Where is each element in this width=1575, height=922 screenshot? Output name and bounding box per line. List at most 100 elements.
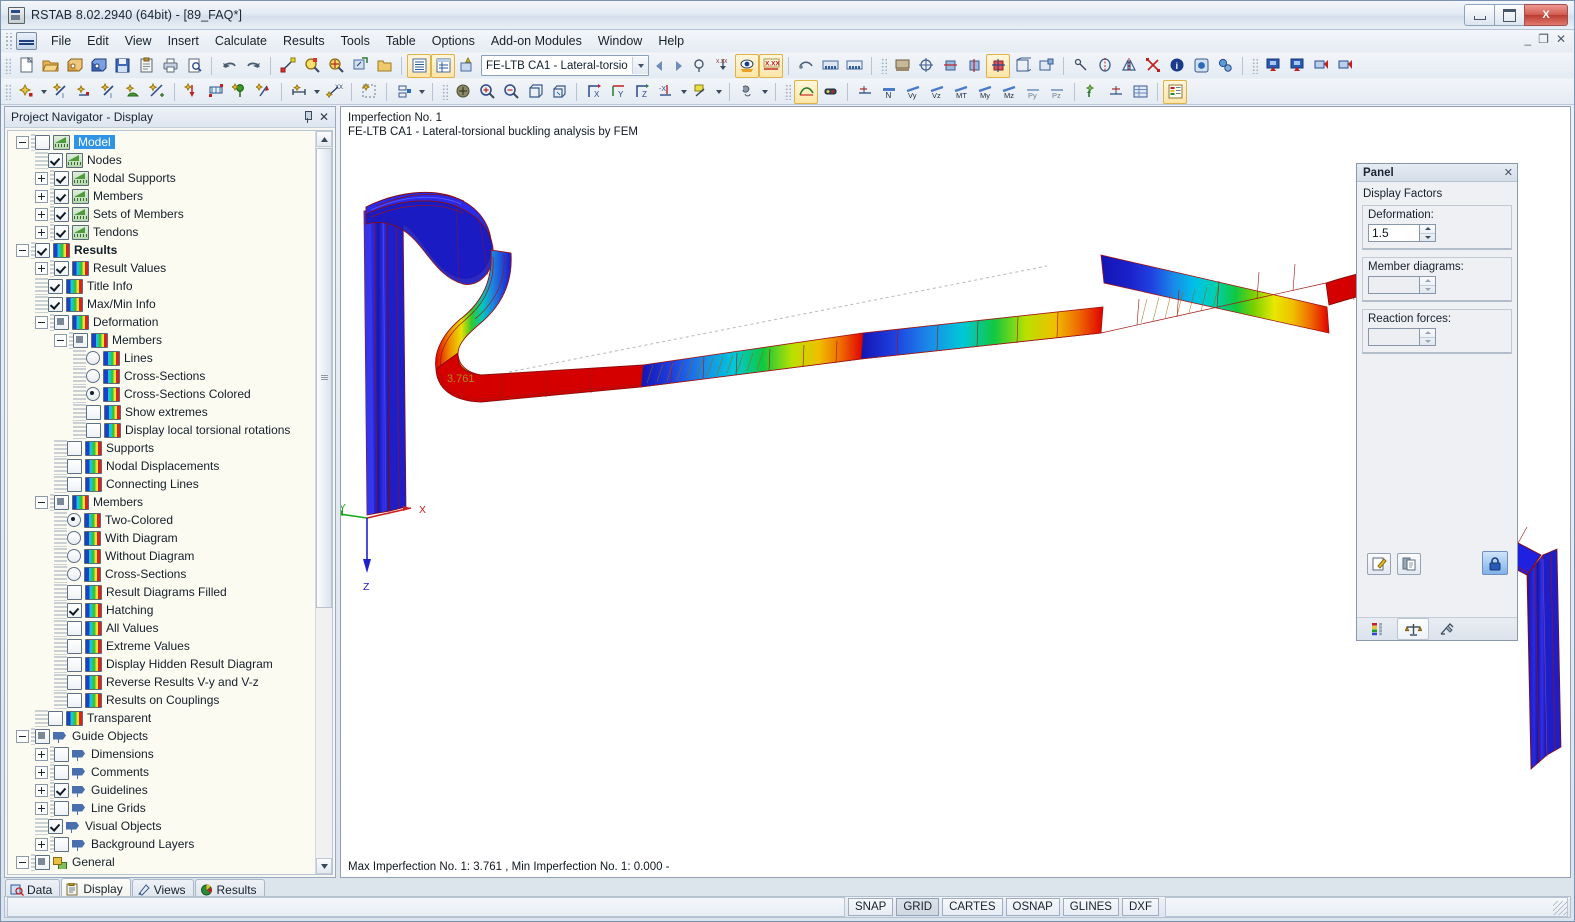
tree-item-background-layers[interactable]: Background Layers: [8, 835, 316, 853]
radio-button[interactable]: [67, 567, 81, 581]
status-snap-toggle[interactable]: SNAP: [848, 898, 894, 916]
tree-item-visual-objects[interactable]: Visual Objects: [8, 817, 316, 835]
deformation-decrement-icon[interactable]: [1420, 234, 1435, 242]
undo-icon[interactable]: [217, 54, 241, 78]
render-model-icon[interactable]: [890, 54, 914, 78]
status-osnap-toggle[interactable]: OSNAP: [1005, 898, 1060, 916]
print-graphic-icon[interactable]: [735, 80, 759, 104]
collapse-icon[interactable]: [16, 243, 29, 257]
collapse-icon[interactable]: [35, 495, 48, 509]
load-case-combo[interactable]: FE-LTB CA1 - Lateral-torsio: [481, 55, 649, 76]
radio-button[interactable]: [67, 549, 81, 563]
mirror-icon[interactable]: [1117, 54, 1141, 78]
mdi-close-button[interactable]: ✕: [1556, 32, 1566, 46]
tree-item-extreme-values[interactable]: Extreme Values: [8, 637, 316, 655]
result-values-icon[interactable]: X.XX: [759, 53, 783, 78]
checkbox[interactable]: [67, 638, 82, 654]
new-load-case-icon[interactable]: [455, 54, 479, 78]
checkbox[interactable]: [67, 584, 82, 600]
result-combination-icon[interactable]: [687, 54, 711, 78]
nodal-load-icon[interactable]: [180, 80, 204, 104]
show-results-icon[interactable]: [735, 53, 759, 78]
minimize-button[interactable]: [1464, 4, 1494, 26]
result-axial-base-icon[interactable]: [853, 80, 877, 104]
tree-item-with-diagram[interactable]: With Diagram: [8, 529, 316, 547]
dimension-icon[interactable]: [287, 80, 311, 104]
menu-grip[interactable]: [5, 33, 13, 49]
result-section-icon[interactable]: [1104, 80, 1128, 104]
info-icon[interactable]: i: [1165, 54, 1189, 78]
tree-item-supports[interactable]: Supports: [8, 439, 316, 457]
expand-icon[interactable]: [35, 801, 48, 815]
print-graphic-dropdown-icon[interactable]: [759, 81, 770, 103]
new-member-icon[interactable]: I: [49, 80, 73, 104]
tree-item-display-local-torsional-rotations[interactable]: Display local torsional rotations: [8, 421, 316, 439]
tree-item-nodal-displacements[interactable]: Nodal Displacements: [8, 457, 316, 475]
status-dxf-toggle[interactable]: DXF: [1121, 898, 1159, 916]
options-gears-icon[interactable]: [1213, 54, 1237, 78]
menu-item-tools[interactable]: Tools: [333, 31, 378, 51]
tree-item-members[interactable]: Members: [8, 493, 316, 511]
tree-item-cross-sections-colored[interactable]: Cross-Sections Colored: [8, 385, 316, 403]
wireframe-icon[interactable]: [914, 54, 938, 78]
radio-button[interactable]: [67, 513, 81, 527]
tree-item-general[interactable]: General: [8, 853, 316, 871]
mdi-restore-button[interactable]: ❐: [1538, 32, 1549, 46]
line-grid-icon[interactable]: [392, 80, 416, 104]
tree-item-members[interactable]: Members: [8, 187, 316, 205]
tree-item-without-diagram[interactable]: Without Diagram: [8, 547, 316, 565]
zoom-all-3d-icon[interactable]: [523, 80, 547, 104]
toolbar-grip-1[interactable]: [4, 57, 11, 74]
expand-icon[interactable]: [35, 837, 48, 851]
tree-item-display-hidden-result-diagram[interactable]: Display Hidden Result Diagram: [8, 655, 316, 673]
save-icon[interactable]: [110, 54, 134, 78]
factors-tab[interactable]: [1397, 618, 1429, 640]
scroll-down-button[interactable]: [316, 858, 332, 874]
show-results-table-icon[interactable]: [431, 53, 455, 78]
checkbox[interactable]: [86, 404, 101, 420]
collapse-icon[interactable]: [35, 315, 48, 329]
point-snap-icon[interactable]: [1069, 54, 1093, 78]
load-display-icon[interactable]: X.XX: [711, 54, 735, 78]
menu-item-options[interactable]: Options: [424, 31, 483, 51]
mdi-minimize-button[interactable]: _: [1524, 32, 1531, 46]
expand-icon[interactable]: [35, 207, 48, 221]
menu-item-help[interactable]: Help: [650, 31, 692, 51]
tree-item-connecting-lines[interactable]: Connecting Lines: [8, 475, 316, 493]
close-button[interactable]: X: [1524, 4, 1568, 26]
delete-cross-icon[interactable]: [1141, 54, 1165, 78]
menu-item-addon-modules[interactable]: Add-on Modules: [483, 31, 590, 51]
render-quality-icon[interactable]: [689, 80, 713, 104]
view-in-z-icon[interactable]: Z: [630, 80, 654, 104]
print-icon[interactable]: [158, 54, 182, 78]
tree-item-max-min-info[interactable]: Max/Min Info: [8, 295, 316, 313]
menu-item-file[interactable]: File: [43, 31, 79, 51]
collapse-icon[interactable]: [54, 333, 67, 347]
checkbox[interactable]: [54, 206, 69, 222]
next-load-case-icon[interactable]: [669, 55, 687, 77]
radio-button[interactable]: [86, 351, 100, 365]
free-load-icon[interactable]: [228, 80, 252, 104]
new-nodal-support-icon[interactable]: [73, 80, 97, 104]
visibility-icon[interactable]: [451, 80, 475, 104]
checkbox[interactable]: [48, 818, 63, 834]
checkbox[interactable]: [67, 674, 82, 690]
tree-item-result-diagrams-filled[interactable]: Result Diagrams Filled: [8, 583, 316, 601]
close-icon[interactable]: ✕: [319, 111, 329, 123]
radio-button[interactable]: [86, 369, 100, 383]
previous-load-case-icon[interactable]: [651, 55, 669, 77]
open-project-icon[interactable]: [62, 54, 86, 78]
tree-item-hatching[interactable]: Hatching: [8, 601, 316, 619]
result-up-icon[interactable]: [1080, 80, 1104, 104]
checkbox[interactable]: [54, 836, 69, 852]
zoom-in-icon[interactable]: [475, 80, 499, 104]
checkbox[interactable]: [48, 296, 63, 312]
tree-item-title-info[interactable]: Title Info: [8, 277, 316, 295]
comment-icon[interactable]: XX: [322, 80, 346, 104]
rotate-view-x-icon[interactable]: [938, 54, 962, 78]
result-table-icon[interactable]: [1128, 80, 1152, 104]
checkbox[interactable]: [67, 602, 82, 618]
result-Mz-icon[interactable]: Mz: [997, 80, 1021, 104]
tree-item-lines[interactable]: Lines: [8, 349, 316, 367]
view-dropdown-icon[interactable]: [678, 81, 689, 103]
